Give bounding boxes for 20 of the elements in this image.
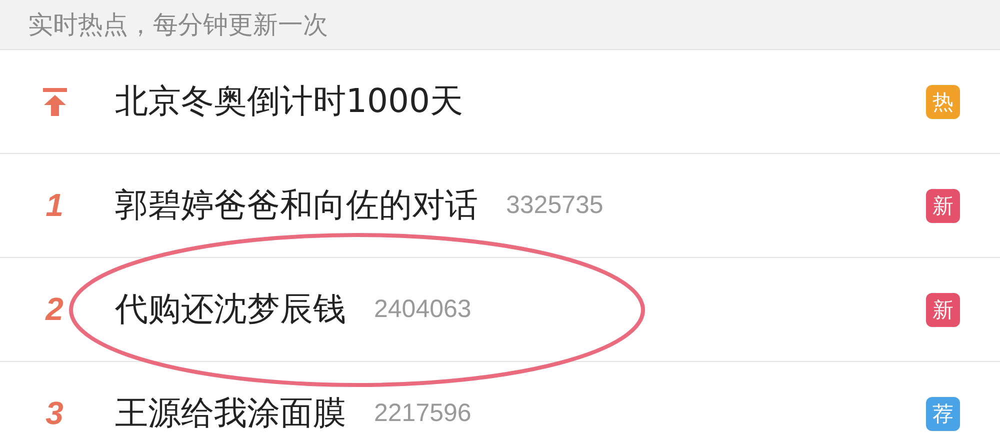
topic-title: 郭碧婷爸爸和向佐的对话: [115, 184, 478, 226]
topic-badge: 新: [926, 188, 960, 222]
rank-number: 1: [46, 187, 64, 224]
rank-number: 2: [46, 291, 64, 328]
topic-title: 代购还沈梦辰钱: [115, 288, 346, 330]
topic-badge: 荐: [926, 396, 960, 430]
rank-number: 3: [46, 395, 64, 432]
view-count: 2404063: [374, 295, 472, 324]
header-text: 实时热点，每分钟更新一次: [28, 9, 328, 41]
topic-title: 北京冬奥倒计时1000天: [115, 80, 463, 122]
list-item[interactable]: 2 代购还沈梦辰钱 2404063 新: [0, 258, 1000, 362]
pin-top-icon: [42, 88, 66, 116]
list-item[interactable]: 3 王源给我涂面膜 2217596 荐: [0, 362, 1000, 441]
list-item[interactable]: 北京冬奥倒计时1000天 热: [0, 50, 1000, 154]
view-count: 2217596: [374, 399, 472, 428]
view-count: 3325735: [506, 191, 604, 220]
list-item[interactable]: 1 郭碧婷爸爸和向佐的对话 3325735 新: [0, 154, 1000, 258]
topic-title: 王源给我涂面膜: [115, 392, 346, 434]
topic-badge: 热: [926, 84, 960, 118]
topic-badge: 新: [926, 292, 960, 326]
